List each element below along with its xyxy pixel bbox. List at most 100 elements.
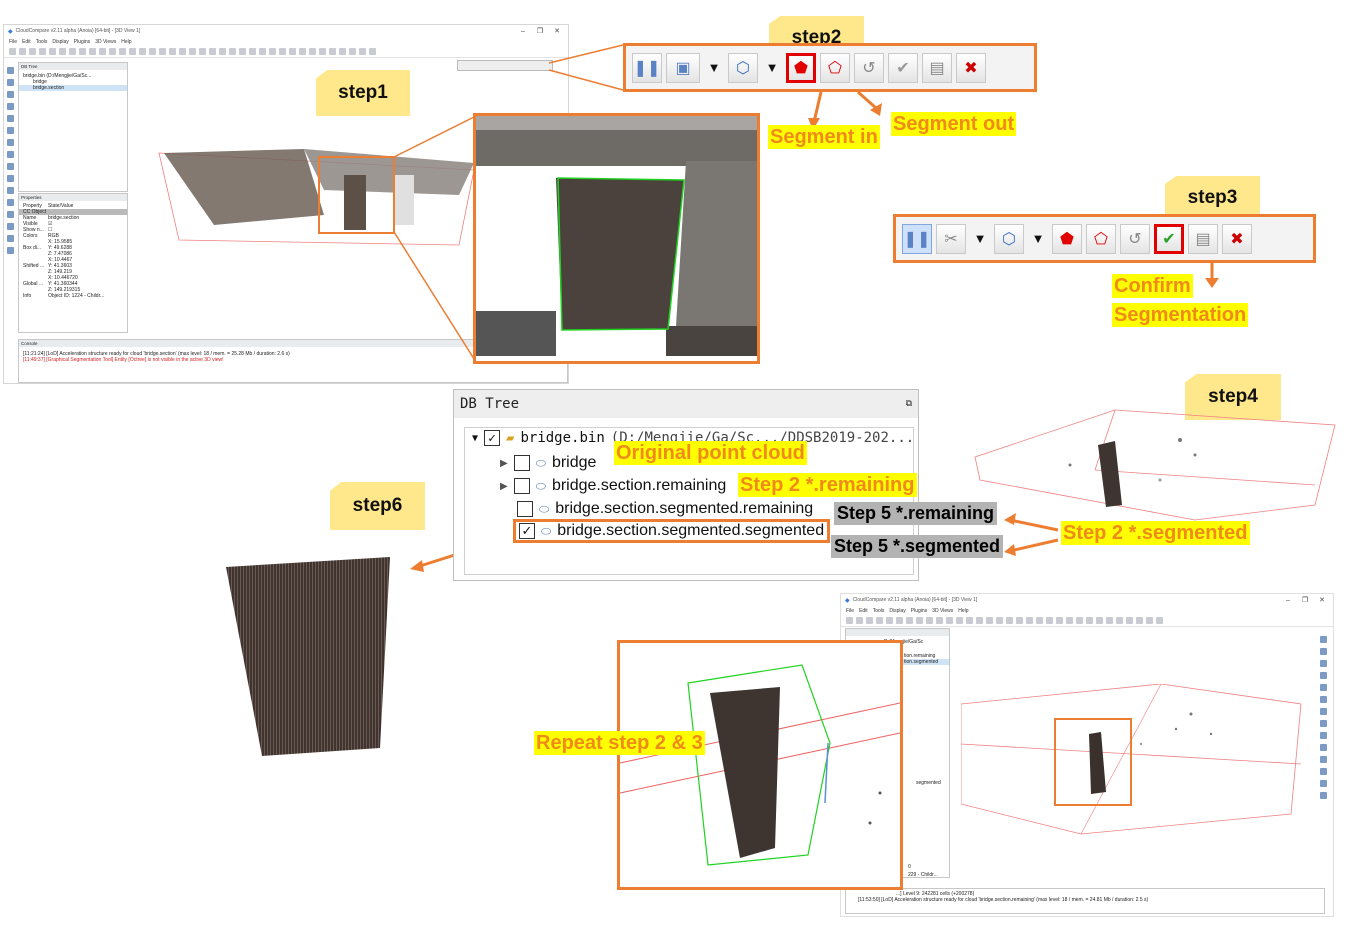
view-button[interactable]	[1320, 660, 1327, 667]
segment-in-button[interactable]: ⬟	[786, 52, 816, 83]
view-button[interactable]	[1320, 696, 1327, 703]
toolbar-button[interactable]	[916, 617, 923, 624]
tree-item-segmented-remaining[interactable]: ⬭ bridge.section.segmented.remaining	[517, 500, 813, 518]
toolbar-button[interactable]	[926, 617, 933, 624]
toolbar-button[interactable]	[886, 617, 893, 624]
menu-3d-views[interactable]: 3D Views	[932, 608, 953, 614]
toolbar-button[interactable]	[1146, 617, 1153, 624]
toolbar-button[interactable]	[1136, 617, 1143, 624]
confirm-button[interactable]: ✔	[888, 52, 918, 83]
zoom-region-box-step5	[1054, 718, 1132, 806]
toolbar-button[interactable]	[966, 617, 973, 624]
view-button[interactable]	[1320, 756, 1327, 763]
reset-button[interactable]: ↺	[854, 52, 884, 83]
segmented-segmented-checkbox[interactable]: ✓	[519, 523, 535, 539]
toolbar-button[interactable]	[1016, 617, 1023, 624]
view-button[interactable]	[1320, 672, 1327, 679]
menu-file[interactable]: File	[846, 608, 854, 614]
close-icon[interactable]: ✕	[1315, 596, 1329, 604]
tree-item-section-remaining[interactable]: ▶ ⬭ bridge.section.remaining	[500, 477, 726, 495]
step1-badge: step1	[316, 70, 410, 116]
expand-icon[interactable]: ▼	[472, 433, 478, 444]
toolbar-button[interactable]	[946, 617, 953, 624]
toolbar-button[interactable]	[856, 617, 863, 624]
toolbar-button[interactable]	[986, 617, 993, 624]
menu-help[interactable]: Help	[958, 608, 968, 614]
tree-item-segmented-segmented[interactable]: ✓ ⬭ bridge.section.segmented.segmented	[513, 519, 831, 543]
toolbar-button[interactable]	[976, 617, 983, 624]
toolbar-button[interactable]	[896, 617, 903, 624]
toolbar-button[interactable]	[1066, 617, 1073, 624]
expand-arrow-icon[interactable]: ▶	[500, 458, 508, 469]
save-button[interactable]: ▣	[666, 52, 700, 83]
toolbar-button[interactable]	[1116, 617, 1123, 624]
tool-button[interactable]: ✂	[936, 223, 966, 254]
toolbar-button[interactable]	[846, 617, 853, 624]
polygon-dropdown[interactable]: ▼	[1028, 224, 1048, 254]
toolbar-button[interactable]	[866, 617, 873, 624]
float-panel-icon[interactable]: ⧉	[906, 399, 912, 409]
cloudcompare-window-bottom: ◆ CloudCompare v2.11 alpha (Anoia) [64-b…	[840, 593, 1334, 917]
toolbar-button[interactable]	[876, 617, 883, 624]
polygon-button[interactable]: ⬡	[994, 223, 1024, 254]
cancel-button[interactable]: ✖	[956, 52, 986, 83]
bridge-checkbox[interactable]	[513, 455, 530, 471]
polygon-icon: ⬡	[1002, 230, 1016, 248]
save-dropdown[interactable]: ▼	[704, 53, 724, 83]
toolbar-button[interactable]	[906, 617, 913, 624]
menu-tools[interactable]: Tools	[873, 608, 885, 614]
console-line: [11:53:50] [LoD] Acceleration structure …	[858, 897, 1149, 903]
toolbar-button[interactable]	[1046, 617, 1053, 624]
remaining-checkbox[interactable]	[513, 478, 530, 494]
toolbar-button[interactable]	[1076, 617, 1083, 624]
tree-item-bridge[interactable]: ▶ ⬭ bridge	[500, 454, 596, 472]
toolbar-button[interactable]	[1036, 617, 1043, 624]
segment-out-button[interactable]: ⬠	[820, 52, 850, 83]
3d-view-bottom[interactable]	[961, 684, 1306, 874]
right-toolbar	[1318, 632, 1329, 862]
segment-out-button[interactable]: ⬠	[1086, 223, 1116, 254]
view-button[interactable]	[1320, 648, 1327, 655]
toolbar-button[interactable]	[1086, 617, 1093, 624]
toolbar-button[interactable]	[1096, 617, 1103, 624]
toolbar-button[interactable]	[1026, 617, 1033, 624]
export-button[interactable]: ▤	[922, 52, 952, 83]
restore-icon[interactable]: ❐	[1298, 596, 1312, 604]
pause-button[interactable]: ❚❚	[632, 52, 662, 83]
view-button[interactable]	[1320, 708, 1327, 715]
root-checkbox[interactable]: ✓	[484, 430, 501, 446]
segment-in-button[interactable]: ⬟	[1052, 223, 1082, 254]
toolbar-button[interactable]	[1006, 617, 1013, 624]
cancel-button[interactable]: ✖	[1222, 223, 1252, 254]
view-button[interactable]	[1320, 744, 1327, 751]
toolbar-button[interactable]	[1156, 617, 1163, 624]
step2-remaining-label: Step 2 *.remaining	[738, 473, 917, 497]
reset-button[interactable]: ↺	[1120, 223, 1150, 254]
view-button[interactable]	[1320, 768, 1327, 775]
expand-arrow-icon[interactable]: ▶	[500, 481, 508, 492]
tool-dropdown[interactable]: ▼	[970, 224, 990, 254]
view-button[interactable]	[1320, 684, 1327, 691]
menu-display[interactable]: Display	[889, 608, 905, 614]
toolbar-button[interactable]	[1106, 617, 1113, 624]
view-button[interactable]	[1320, 792, 1327, 799]
toolbar-button[interactable]	[956, 617, 963, 624]
view-button[interactable]	[1320, 732, 1327, 739]
confirm-button[interactable]: ✔	[1154, 223, 1184, 254]
pause-button[interactable]: ❚❚	[902, 223, 932, 254]
view-button[interactable]	[1320, 636, 1327, 643]
toolbar-button[interactable]	[1126, 617, 1133, 624]
toolbar-button[interactable]	[936, 617, 943, 624]
view-button[interactable]	[1320, 720, 1327, 727]
toolbar-button[interactable]	[1056, 617, 1063, 624]
view-button[interactable]	[1320, 780, 1327, 787]
toolbar-button[interactable]	[996, 617, 1003, 624]
window-title: CloudCompare v2.11 alpha (Anoia) [64-bit…	[852, 597, 978, 603]
polygon-button[interactable]: ⬡	[728, 52, 758, 83]
segmented-remaining-checkbox[interactable]	[517, 501, 533, 517]
polygon-dropdown[interactable]: ▼	[762, 53, 782, 83]
menu-edit[interactable]: Edit	[859, 608, 868, 614]
minimize-icon[interactable]: –	[1281, 597, 1295, 604]
menu-plugins[interactable]: Plugins	[911, 608, 927, 614]
export-button[interactable]: ▤	[1188, 223, 1218, 254]
